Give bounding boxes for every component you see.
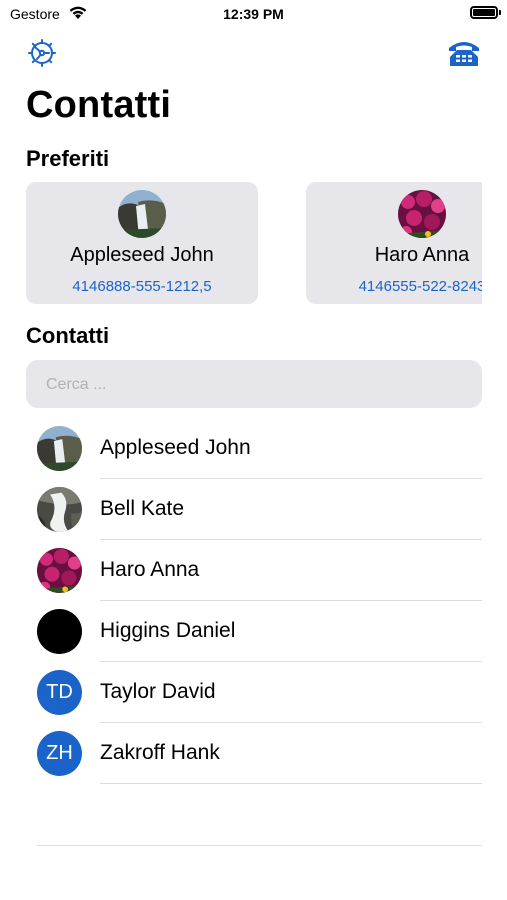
status-bar: Gestore 12:39 PM [0,0,507,28]
search-field[interactable] [26,360,482,410]
favorites-heading: Preferiti [26,146,110,171]
clock: 12:39 PM [223,6,284,22]
battery-cap [499,10,501,15]
contact-row[interactable]: Higgins Daniel [0,601,507,662]
river-photo-icon [37,487,82,532]
waterfall-photo-icon [37,426,82,471]
favorite-avatar [398,190,446,238]
favorite-name: Appleseed John [70,244,214,266]
contact-row[interactable]: Appleseed John [0,418,507,479]
avatar [37,487,82,532]
gear-icon[interactable] [27,38,57,68]
avatar [37,609,82,654]
contacts-heading: Contatti [26,323,110,348]
favorite-card[interactable]: Appleseed John 4146888-555-1212,5 [26,182,258,304]
contact-name: Zakroff Hank [100,741,220,764]
page-title: Contatti [26,84,172,126]
avatar: TD [37,670,82,715]
battery-level [473,9,495,16]
contact-name: Higgins Daniel [100,619,236,642]
favorite-card[interactable]: Haro Anna 4146555-522-8243 [306,182,482,304]
contact-row[interactable]: ZH Zakroff Hank [0,723,507,784]
search-input[interactable] [44,360,468,410]
avatar: ZH [37,731,82,776]
divider [37,845,482,846]
contact-name: Haro Anna [100,558,200,581]
contact-row[interactable]: Bell Kate [0,479,507,540]
avatar-initials: ZH [37,731,82,776]
avatar-initials: TD [37,670,82,715]
favorite-avatar [118,190,166,238]
favorite-name: Haro Anna [374,244,470,266]
favorite-phone-link[interactable]: 4146888-555-1212,5 [26,278,258,295]
avatar [37,426,82,471]
contact-name: Taylor David [100,680,216,703]
flowers-photo-icon [398,190,446,238]
divider [100,783,482,784]
contact-row[interactable]: Haro Anna [0,540,507,601]
waterfall-photo-icon [118,190,166,238]
flowers-photo-icon [37,548,82,593]
favorite-phone-link[interactable]: 4146555-522-8243 [306,278,482,295]
favorites-carousel[interactable]: Appleseed John 4146888-555-1212,5 Haro A… [26,182,482,304]
contact-row[interactable]: TD Taylor David [0,662,507,723]
telephone-icon[interactable] [447,38,481,68]
contact-name: Appleseed John [100,436,251,459]
avatar [37,548,82,593]
contact-name: Bell Kate [100,497,185,520]
battery-icon [470,6,498,19]
